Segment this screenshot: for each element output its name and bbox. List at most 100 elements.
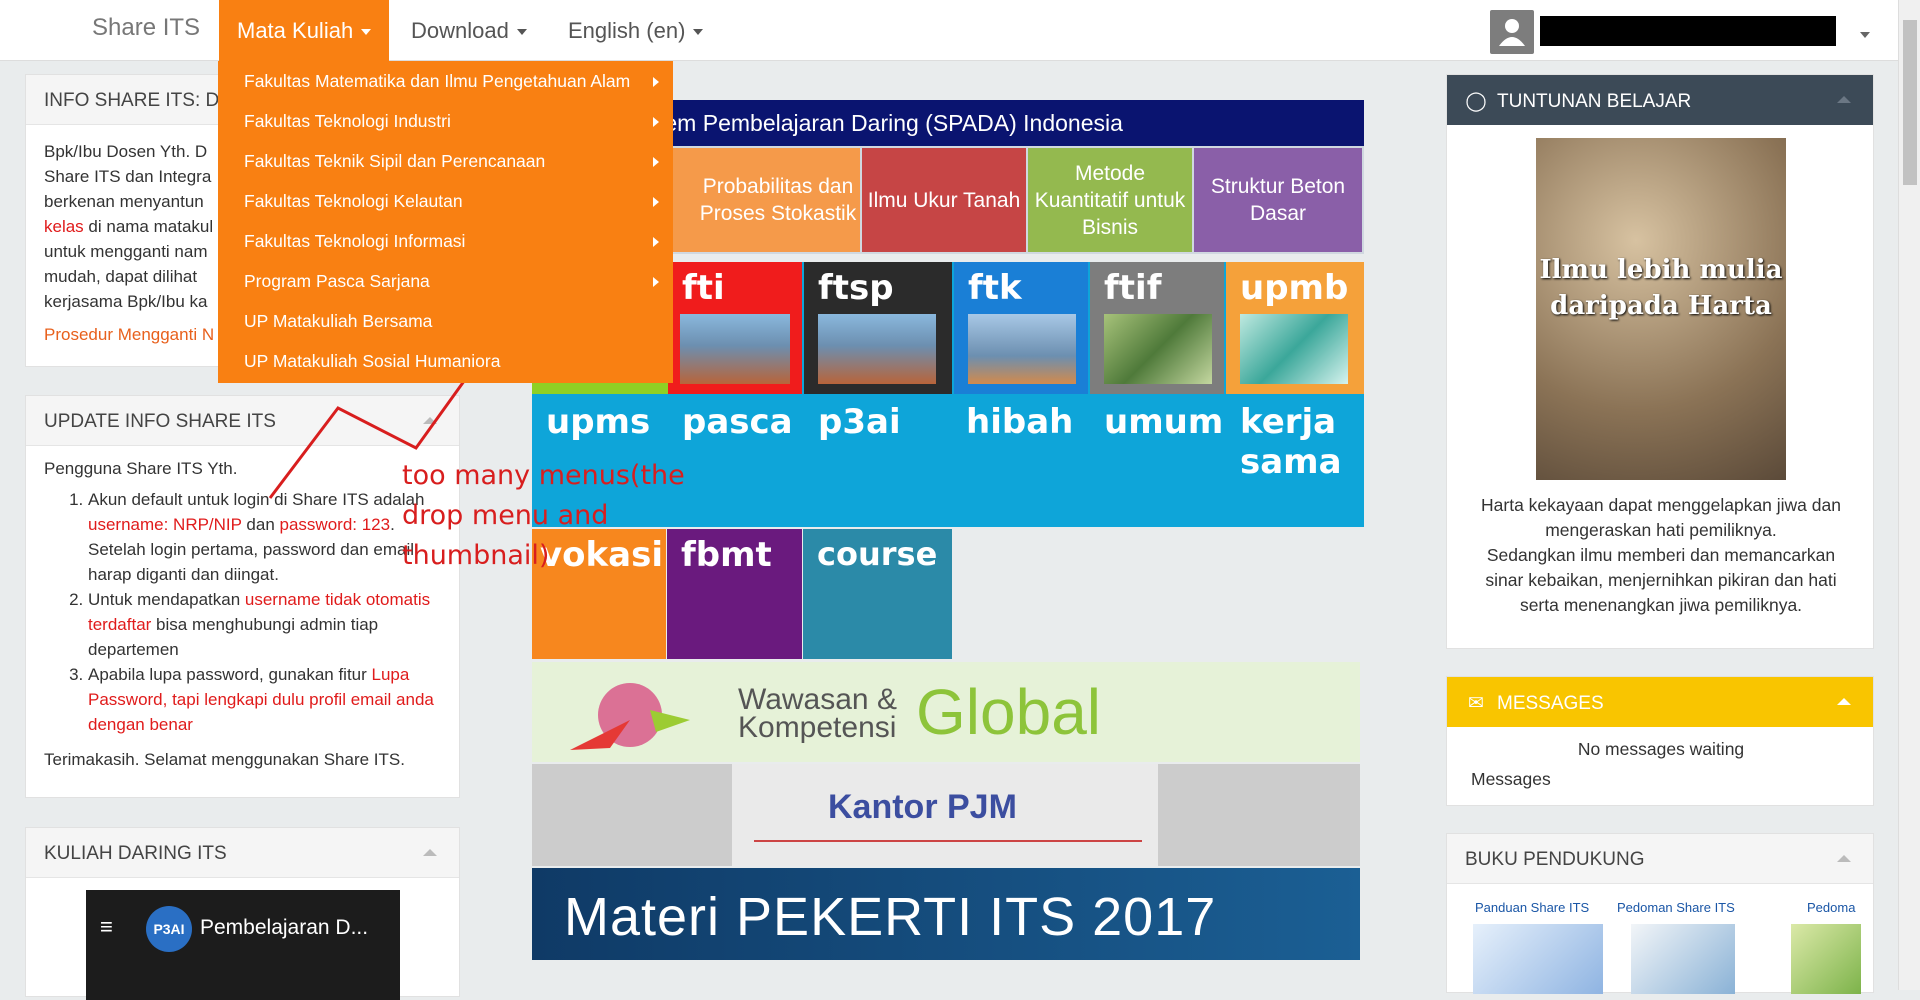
kuliah-daring-block: KULIAH DARING ITS ≡ P3AI Pembelajaran D.…: [25, 827, 460, 1000]
book-title[interactable]: Pedoman Share ITS: [1617, 900, 1735, 915]
menu-language-label: English (en): [568, 18, 686, 43]
dropdown-item-label: UP Matakuliah Bersama: [244, 311, 433, 331]
subject-tile[interactable]: Struktur Beton Dasar: [1194, 148, 1362, 252]
dropdown-item-ftk[interactable]: Fakultas Teknologi Kelautan: [218, 181, 673, 221]
video-player[interactable]: ≡ P3AI Pembelajaran D...: [86, 890, 400, 1000]
spada-banner-text: tem Pembelajaran Daring (SPADA) Indonesi…: [658, 110, 1123, 136]
faculty-tile-course[interactable]: course: [803, 529, 952, 659]
tile-label: upmb: [1240, 268, 1349, 308]
faculty-tile-pasca[interactable]: pasca: [668, 396, 804, 526]
faculty-tile-hibah[interactable]: hibah: [952, 396, 1088, 526]
caret-down-icon: [516, 29, 527, 36]
faculty-tile-ftsp[interactable]: ftsp: [804, 262, 952, 394]
list-highlight: username: NRP/NIP: [88, 515, 242, 534]
tile-label: ftif: [1104, 268, 1162, 308]
dropdown-item-label: Fakultas Teknologi Industri: [244, 111, 451, 131]
book-cover[interactable]: [1631, 924, 1735, 994]
collapse-icon[interactable]: [423, 849, 437, 856]
channel-avatar: P3AI: [146, 906, 192, 952]
list-item: Untuk mendapatkan username tidak otomati…: [88, 587, 441, 662]
dropdown-item-up-bersama[interactable]: UP Matakuliah Bersama: [218, 301, 673, 341]
annotation-line: drop menu and: [402, 500, 609, 531]
subject-tile[interactable]: Metode Kuantitatif untuk Bisnis: [1028, 148, 1192, 252]
menu-mata-kuliah-label: Mata Kuliah: [237, 18, 354, 43]
dropdown-item-ftif[interactable]: Fakultas Teknologi Informasi: [218, 221, 673, 261]
faculty-tile-kerja-sama[interactable]: kerja sama: [1226, 396, 1364, 526]
book-cover[interactable]: [1791, 924, 1861, 994]
faculty-tile-upmb[interactable]: upmb: [1226, 262, 1364, 394]
faculty-tile-fti[interactable]: fti: [668, 262, 802, 394]
messages-empty-text: No messages waiting: [1577, 739, 1745, 759]
page-scrollbar[interactable]: [1898, 0, 1920, 990]
faculty-tile-ftk[interactable]: ftk: [954, 262, 1088, 394]
envelope-icon: ✉: [1468, 693, 1484, 714]
collapse-icon[interactable]: [1837, 698, 1851, 705]
list-text: Apabila lupa password, gunakan fitur: [88, 665, 372, 684]
subject-tile[interactable]: Ilmu Ukur Tanah: [862, 148, 1026, 252]
pjm-underline: [754, 840, 1142, 842]
wawasan-text: Wawasan &: [738, 683, 897, 716]
dropdown-item-up-soshum[interactable]: UP Matakuliah Sosial Humaniora: [218, 341, 673, 381]
dropdown-item-pasca[interactable]: Program Pasca Sarjana: [218, 261, 673, 301]
pjm-text: Kantor PJM: [828, 788, 1017, 826]
collapse-icon[interactable]: [1837, 96, 1851, 103]
chevron-right-icon: [653, 77, 659, 87]
buku-pendukung-block: BUKU PENDUKUNG Panduan Share ITS Pedoman…: [1446, 833, 1874, 994]
book-cover[interactable]: [1473, 924, 1603, 994]
tile-label: umum: [1104, 402, 1224, 442]
dropdown-item-label: Fakultas Teknologi Informasi: [244, 231, 466, 251]
subject-tile[interactable]: Probabilitas dan Proses Stokastik: [696, 148, 860, 252]
user-menu[interactable]: [1490, 10, 1870, 54]
dropdown-item-label: Program Pasca Sarjana: [244, 271, 430, 291]
annotation-text: too many menus(the drop menu and thumbna…: [402, 456, 685, 576]
quote-line: Harta kekayaan dapat menggelapkan jiwa d…: [1481, 495, 1841, 515]
subject-label: Ilmu Ukur Tanah: [867, 188, 1021, 212]
menu-mata-kuliah[interactable]: Mata Kuliah: [219, 0, 390, 61]
playlist-icon[interactable]: ≡: [100, 914, 113, 940]
scrollbar-thumb[interactable]: [1903, 20, 1917, 185]
faculty-tile-umum[interactable]: umum: [1090, 396, 1226, 526]
faculty-tile-fbmt[interactable]: fbmt: [667, 529, 802, 659]
tile-thumbnail: [1104, 314, 1212, 384]
brand-link[interactable]: Share ITS: [92, 14, 200, 42]
tile-thumbnail: [1240, 314, 1348, 384]
wawasan-global-banner[interactable]: Wawasan & Kompetensi Global: [532, 662, 1360, 762]
tile-label: hibah: [966, 402, 1074, 442]
messages-link[interactable]: Messages: [1471, 769, 1551, 790]
collapse-icon[interactable]: [1837, 855, 1851, 862]
tile-label: upms: [546, 402, 651, 442]
kantor-pjm-banner[interactable]: Kantor PJM: [532, 764, 1360, 866]
book-title[interactable]: Panduan Share ITS: [1475, 900, 1589, 915]
faculty-tile-p3ai[interactable]: p3ai: [804, 396, 952, 526]
messages-block: ✉ MESSAGES No messages waiting Messages: [1446, 676, 1874, 806]
dropdown-item-fti[interactable]: Fakultas Teknologi Industri: [218, 101, 673, 141]
tile-label: ftsp: [818, 268, 894, 308]
menu-language[interactable]: English (en): [550, 0, 721, 61]
faculty-tile-ftif[interactable]: ftif: [1090, 262, 1224, 394]
pekerti-banner[interactable]: Materi PEKERTI ITS 2017: [532, 868, 1360, 960]
tile-label: course: [817, 535, 938, 573]
dropdown-item-fmipa[interactable]: Fakultas Matematika dan Ilmu Pengetahuan…: [218, 61, 673, 101]
list-text: dan: [241, 515, 280, 534]
tile-label: ftk: [968, 268, 1022, 308]
tuntunan-image-caption: Ilmu lebih mulia daripada Harta: [1536, 252, 1786, 324]
buku-header: BUKU PENDUKUNG: [1447, 834, 1873, 884]
book-title[interactable]: Pedoma: [1807, 900, 1862, 915]
menu-download-label: Download: [411, 18, 509, 43]
chevron-right-icon: [653, 117, 659, 127]
chevron-right-icon: [653, 237, 659, 247]
kuliah-block-title: KULIAH DARING ITS: [26, 828, 459, 878]
caption-line: daripada Harta: [1550, 291, 1772, 321]
tuntunan-title: TUNTUNAN BELAJAR: [1497, 91, 1692, 112]
tile-label: p3ai: [818, 402, 901, 442]
tile-label: kerja sama: [1240, 402, 1342, 482]
dropdown-item-ftsp[interactable]: Fakultas Teknik Sipil dan Perencanaan: [218, 141, 673, 181]
tuntunan-belajar-block: ◯ TUNTUNAN BELAJAR Ilmu lebih mulia darip…: [1446, 74, 1874, 649]
tuntunan-header: ◯ TUNTUNAN BELAJAR: [1447, 75, 1873, 125]
menu-download[interactable]: Download: [393, 0, 545, 61]
chevron-right-icon: [653, 197, 659, 207]
globe-icon: [570, 683, 690, 750]
annotation-line: thumbnail): [402, 540, 550, 571]
dropdown-item-label: UP Matakuliah Sosial Humaniora: [244, 351, 501, 371]
tile-label: fbmt: [681, 535, 772, 575]
